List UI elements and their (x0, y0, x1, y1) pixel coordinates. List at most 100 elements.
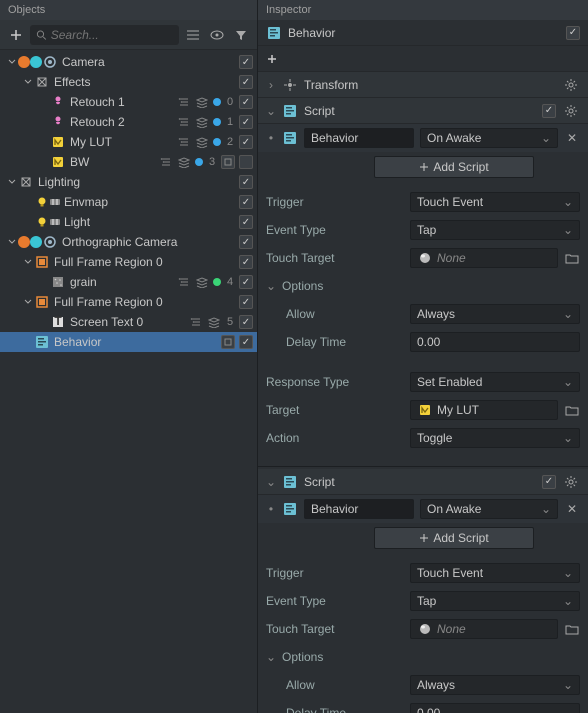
tree-row[interactable]: grain4 (0, 272, 257, 292)
trigger-value: Touch Event (417, 195, 483, 209)
layer-stack-icon[interactable] (195, 275, 209, 289)
tree-row[interactable]: Camera (0, 52, 257, 72)
filter-icon[interactable] (231, 25, 251, 45)
tree-row[interactable]: Behavior (0, 332, 257, 352)
script-name-field[interactable]: Behavior (304, 128, 414, 148)
response-type-field[interactable]: Set Enabled (410, 372, 580, 392)
layer-stack-icon[interactable] (195, 115, 209, 129)
tree-row[interactable]: Lighting (0, 172, 257, 192)
layer-order-icon[interactable] (177, 115, 191, 129)
visibility-checkbox[interactable] (239, 175, 253, 189)
tree-row[interactable]: Retouch 10 (0, 92, 257, 112)
list-mode-icon[interactable] (183, 25, 203, 45)
target-field[interactable]: My LUT (410, 400, 558, 420)
object-tree[interactable]: CameraEffectsRetouch 10Retouch 21My LUT2… (0, 50, 257, 713)
chevron-right-icon[interactable]: › (266, 78, 276, 92)
transform-header[interactable]: › Transform (258, 72, 588, 98)
chevron-down-icon[interactable]: ⌄ (266, 104, 276, 118)
expand-arrow-icon[interactable] (22, 78, 34, 86)
layer-order-icon[interactable] (177, 275, 191, 289)
save-slot-icon[interactable] (221, 155, 235, 169)
visibility-checkbox[interactable] (239, 195, 253, 209)
folder-icon[interactable] (564, 623, 580, 635)
tree-row[interactable]: Retouch 21 (0, 112, 257, 132)
allow-field[interactable]: Always (410, 304, 580, 324)
gear-icon[interactable] (562, 102, 580, 120)
visibility-checkbox[interactable] (239, 135, 253, 149)
expand-arrow-icon[interactable] (6, 238, 18, 246)
expand-arrow-icon[interactable] (22, 258, 34, 266)
event-type-field[interactable]: Tap (410, 220, 580, 240)
delay-time-field[interactable]: 0.00 (410, 332, 580, 352)
visibility-checkbox[interactable] (239, 315, 253, 329)
tree-row[interactable]: My LUT2 (0, 132, 257, 152)
tree-row[interactable]: TScreen Text 05 (0, 312, 257, 332)
tree-row[interactable]: BW3 (0, 152, 257, 172)
allow-field[interactable]: Always (410, 675, 580, 695)
visibility-checkbox[interactable] (239, 215, 253, 229)
layer-stack-icon[interactable] (177, 155, 191, 169)
visibility-checkbox[interactable] (239, 75, 253, 89)
gear-icon[interactable] (562, 473, 580, 491)
chevron-down-icon[interactable]: ⌄ (266, 475, 276, 489)
layer-order-icon[interactable] (177, 95, 191, 109)
script-enabled-checkbox[interactable] (542, 104, 556, 118)
expand-arrow-icon[interactable] (6, 178, 18, 186)
visibility-checkbox[interactable] (239, 95, 253, 109)
script-name-field[interactable]: Behavior (304, 499, 414, 519)
delay-time-field[interactable]: 0.00 (410, 703, 580, 713)
script-header[interactable]: ⌄Script (258, 469, 588, 495)
trigger-field[interactable]: Touch Event (410, 563, 580, 583)
visibility-icon[interactable] (207, 25, 227, 45)
add-component-button[interactable] (258, 46, 588, 72)
tree-row[interactable]: Light (0, 212, 257, 232)
folder-icon[interactable] (564, 404, 580, 416)
layer-stack-icon[interactable] (195, 95, 209, 109)
event-type-field[interactable]: Tap (410, 591, 580, 611)
script-header[interactable]: ⌄Script (258, 98, 588, 124)
visibility-checkbox[interactable] (239, 155, 253, 169)
options-row[interactable]: ⌄Options (266, 645, 580, 669)
layer-stack-icon[interactable] (195, 135, 209, 149)
visibility-checkbox[interactable] (239, 335, 253, 349)
search-wrap[interactable] (30, 25, 179, 45)
visibility-checkbox[interactable] (239, 235, 253, 249)
visibility-checkbox[interactable] (239, 115, 253, 129)
gear-icon[interactable] (562, 76, 580, 94)
run-mode-select[interactable]: On Awake (420, 499, 558, 519)
search-input[interactable] (51, 28, 173, 42)
save-slot-icon[interactable] (221, 335, 235, 349)
options-row[interactable]: ⌄Options (266, 274, 580, 298)
action-field[interactable]: Toggle (410, 428, 580, 448)
touch-target-field[interactable]: None (410, 619, 558, 639)
add-script-button[interactable]: Add Script (374, 527, 534, 549)
run-mode-select[interactable]: On Awake (420, 128, 558, 148)
visibility-checkbox[interactable] (239, 295, 253, 309)
trigger-field[interactable]: Touch Event (410, 192, 580, 212)
chevron-down-icon[interactable]: ⌄ (266, 650, 276, 664)
object-enabled-checkbox[interactable] (566, 26, 580, 40)
tree-row[interactable]: Effects (0, 72, 257, 92)
layer-order-icon[interactable] (177, 135, 191, 149)
visibility-checkbox[interactable] (239, 275, 253, 289)
remove-script-button[interactable]: ✕ (564, 130, 580, 146)
visibility-checkbox[interactable] (239, 55, 253, 69)
add-script-button[interactable]: Add Script (374, 156, 534, 178)
script-enabled-checkbox[interactable] (542, 475, 556, 489)
folder-icon[interactable] (564, 252, 580, 264)
layer-stack-icon[interactable] (207, 315, 221, 329)
layer-order-icon[interactable] (189, 315, 203, 329)
tree-row[interactable]: Envmap (0, 192, 257, 212)
visibility-checkbox[interactable] (239, 255, 253, 269)
tree-row[interactable]: Full Frame Region 0 (0, 252, 257, 272)
chevron-down-icon[interactable]: ⌄ (266, 279, 276, 293)
layer-order-icon[interactable] (159, 155, 173, 169)
expand-arrow-icon[interactable] (6, 58, 18, 66)
tree-row[interactable]: Orthographic Camera (0, 232, 257, 252)
touch-target-field[interactable]: None (410, 248, 558, 268)
script-icon (282, 501, 298, 517)
remove-script-button[interactable]: ✕ (564, 501, 580, 517)
tree-row[interactable]: Full Frame Region 0 (0, 292, 257, 312)
add-object-button[interactable] (6, 25, 26, 45)
expand-arrow-icon[interactable] (22, 298, 34, 306)
